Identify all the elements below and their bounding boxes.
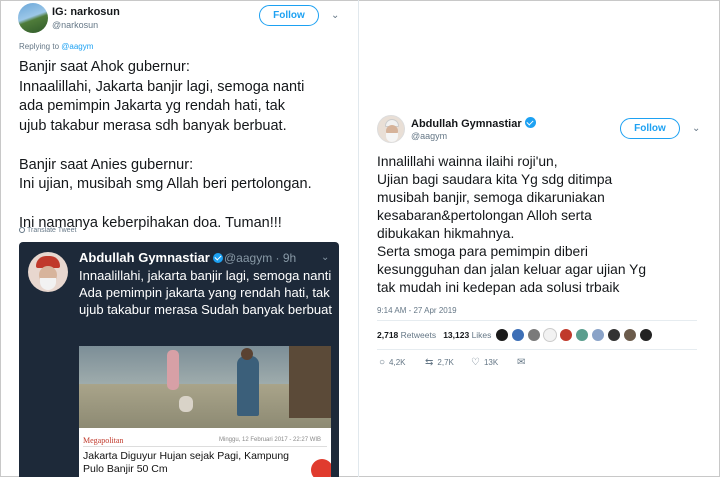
news-section: Megapolitan: [83, 436, 124, 445]
chevron-down-icon: ⌄: [321, 252, 330, 263]
tweet-line: dibukakan hikmahnya.: [377, 226, 515, 241]
liker-avatar[interactable]: [591, 328, 605, 342]
verified-icon: [212, 253, 223, 263]
news-title: Jakarta Diguyur Hujan sejak Pagi, Kampun…: [83, 450, 290, 475]
globe-icon: [19, 227, 25, 233]
avatar[interactable]: [18, 3, 48, 33]
liker-avatar[interactable]: [559, 328, 573, 342]
liker-avatars[interactable]: [495, 328, 653, 342]
display-name[interactable]: Abdullah Gymnastiar: [411, 117, 536, 130]
tweet-line: musibah banjir, semoga dikaruniakan: [377, 190, 605, 205]
tweet-stats: 2,718 Retweets 13,123 Likes: [377, 330, 491, 340]
verified-icon: [524, 117, 536, 128]
embedded-tweet-image[interactable]: Abdullah Gymnastiar @aagym · 9h ⌄ Innaal…: [19, 242, 339, 477]
user-handle[interactable]: @narkosun: [52, 20, 98, 30]
replying-mention[interactable]: @aagym: [61, 42, 93, 51]
flood-photo: [79, 346, 331, 428]
liker-avatar[interactable]: [575, 328, 589, 342]
tweet-text: Innalillahi wainna ilaihi roji'un, Ujian…: [377, 153, 717, 297]
left-tweet: IG: narkosun @narkosun Follow ⌄ Replying…: [0, 0, 358, 477]
message-button[interactable]: ✉: [517, 357, 529, 368]
replying-prefix: Replying to: [19, 42, 62, 51]
chevron-down-icon[interactable]: ⌄: [692, 123, 700, 134]
tweet-line: Ujian bagi saudara kita Yg sdg ditimpa: [377, 172, 613, 187]
embedded-tweet-text: Innaalillahi, jakarta banjir lagi, semog…: [79, 268, 332, 317]
divider: [377, 320, 697, 321]
tweet-text: Banjir saat Ahok gubernur: Innaalillahi,…: [19, 59, 312, 231]
embedded-avatar: [28, 252, 68, 292]
liker-avatar[interactable]: [607, 328, 621, 342]
like-button[interactable]: ♡ 13K: [471, 357, 498, 368]
embedded-display-name: Abdullah Gymnastiar: [79, 250, 223, 265]
tweet-timestamp[interactable]: 9:14 AM - 27 Apr 2019: [377, 306, 457, 315]
retweet-icon: ⇆: [425, 357, 434, 368]
envelope-icon: ✉: [517, 357, 526, 368]
liker-avatar[interactable]: [543, 328, 557, 342]
news-date: Minggu, 12 Februari 2017 - 22:27 WIB: [219, 437, 322, 443]
user-handle[interactable]: @aagym: [411, 131, 447, 141]
reply-button[interactable]: ○ 4,2K: [379, 357, 406, 368]
chevron-down-icon[interactable]: ⌄: [331, 10, 339, 21]
likes-stat[interactable]: 13,123 Likes: [443, 330, 491, 340]
tweet-line: kesungguhan dan jalan keluar agar ujian …: [377, 262, 646, 277]
retweets-stat[interactable]: 2,718 Retweets: [377, 330, 436, 340]
replying-to: Replying to @aagym: [19, 42, 93, 51]
liker-avatar[interactable]: [511, 328, 525, 342]
tweet-line: Innalillahi wainna ilaihi roji'un,: [377, 154, 558, 169]
tweet-line: Serta smoga para pemimpin diberi: [377, 244, 588, 259]
divider: [83, 446, 327, 447]
translate-label: Translate Tweet: [27, 227, 77, 234]
liker-avatar[interactable]: [623, 328, 637, 342]
follow-button[interactable]: Follow: [259, 5, 319, 26]
retweet-button[interactable]: ⇆ 2,7K: [425, 357, 454, 368]
news-badge-icon: [311, 459, 331, 477]
display-name[interactable]: IG: narkosun: [52, 6, 120, 18]
translate-tweet-link[interactable]: Translate Tweet: [19, 227, 76, 234]
avatar[interactable]: [377, 115, 405, 143]
tweet-line: tak mudah ini kedepan ada solusi trbaik: [377, 280, 620, 295]
liker-avatar[interactable]: [527, 328, 541, 342]
tweet-line: kesabaran&pertolongan Alloh serta: [377, 208, 592, 223]
right-tweet: Abdullah Gymnastiar @aagym Follow ⌄ Inna…: [359, 0, 720, 477]
news-card: Megapolitan Minggu, 12 Februari 2017 - 2…: [79, 346, 331, 477]
reply-icon: ○: [379, 357, 386, 368]
embedded-handle: @aagym · 9h: [224, 251, 297, 265]
liker-avatar[interactable]: [639, 328, 653, 342]
liker-avatar[interactable]: [495, 328, 509, 342]
heart-icon: ♡: [471, 357, 480, 368]
follow-button[interactable]: Follow: [620, 118, 680, 139]
divider: [377, 349, 697, 350]
